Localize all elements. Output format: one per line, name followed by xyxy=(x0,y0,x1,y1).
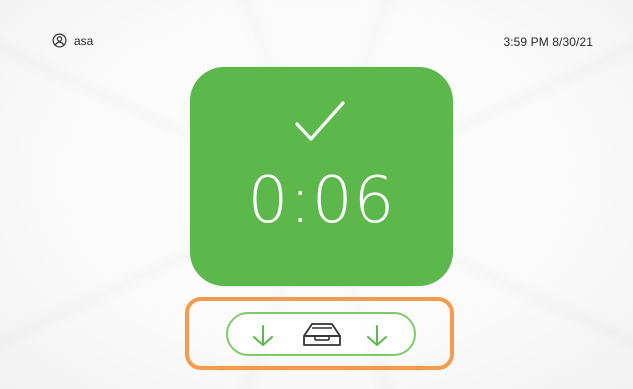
arrow-down-icon xyxy=(367,325,387,346)
username-label: asa xyxy=(74,33,94,48)
print-status-screen: asa 3:59 PM 8/30/21 0:06 xyxy=(0,0,633,389)
user-account[interactable]: asa xyxy=(52,33,93,48)
output-tray-button[interactable] xyxy=(226,312,416,356)
output-tray-icon xyxy=(303,323,341,346)
checkmark-icon xyxy=(295,101,345,141)
job-status-card: 0:06 xyxy=(190,67,453,286)
arrow-down-icon xyxy=(253,325,273,346)
elapsed-timer: 0:06 xyxy=(247,164,396,238)
date-time-display: 3:59 PM 8/30/21 xyxy=(503,35,593,49)
user-circle-icon xyxy=(52,33,67,48)
